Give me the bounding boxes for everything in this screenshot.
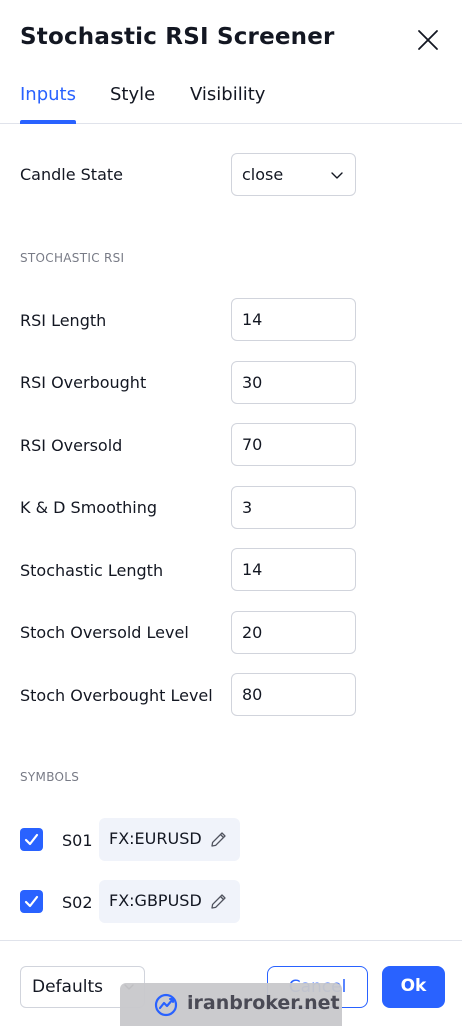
rsi-length-input[interactable] (231, 298, 356, 341)
stoch-overbought-label: Stoch Overbought Level (20, 686, 213, 705)
symbol-s01-checkbox[interactable] (20, 828, 43, 851)
symbol-s02-id: S02 (62, 893, 93, 912)
symbol-s02-checkbox[interactable] (20, 890, 43, 913)
chevron-down-icon (331, 172, 343, 179)
candle-state-value: close (242, 165, 284, 184)
dialog-header: Stochastic RSI Screener Inputs Style Vis… (0, 0, 462, 124)
rsi-oversold-input[interactable] (231, 423, 356, 466)
pencil-icon (211, 894, 226, 909)
checkmark-icon (24, 895, 39, 908)
tab-inputs[interactable]: Inputs (20, 84, 76, 105)
candle-state-select[interactable]: close (231, 153, 356, 196)
section-stochastic-rsi: STOCHASTIC RSI (20, 251, 125, 265)
watermark: iranbroker.net (120, 983, 342, 1026)
active-tab-indicator (20, 120, 76, 124)
stoch-oversold-input[interactable] (231, 611, 356, 654)
symbol-s02-value: FX:GBPUSD (109, 891, 202, 910)
symbol-s01-id: S01 (62, 831, 93, 850)
tab-visibility[interactable]: Visibility (190, 84, 265, 105)
broker-logo-icon (154, 993, 178, 1017)
close-icon (418, 30, 438, 50)
checkmark-icon (24, 833, 39, 846)
pencil-icon (211, 832, 226, 847)
rsi-length-label: RSI Length (20, 311, 107, 330)
symbol-s01-value: FX:EURUSD (109, 829, 202, 848)
watermark-text: iranbroker.net (187, 992, 340, 1014)
rsi-oversold-label: RSI Oversold (20, 436, 123, 455)
stochastic-length-input[interactable] (231, 548, 356, 591)
section-symbols: SYMBOLS (20, 770, 80, 784)
dialog-title: Stochastic RSI Screener (20, 24, 335, 50)
tab-style[interactable]: Style (110, 84, 155, 105)
inputs-panel[interactable]: Candle State close STOCHASTIC RSI RSI Le… (0, 125, 462, 940)
symbol-s01-picker[interactable]: FX:EURUSD (99, 818, 240, 861)
stoch-oversold-label: Stoch Oversold Level (20, 623, 189, 642)
symbol-s02-picker[interactable]: FX:GBPUSD (99, 880, 240, 923)
stoch-overbought-input[interactable] (231, 673, 356, 716)
rsi-overbought-label: RSI Overbought (20, 373, 147, 392)
rsi-overbought-input[interactable] (231, 361, 356, 404)
close-button[interactable] (414, 26, 442, 54)
kd-smoothing-label: K & D Smoothing (20, 498, 158, 517)
candle-state-label: Candle State (20, 165, 123, 184)
kd-smoothing-input[interactable] (231, 486, 356, 529)
ok-button[interactable]: Ok (382, 966, 445, 1008)
stochastic-length-label: Stochastic Length (20, 561, 164, 580)
defaults-label: Defaults (32, 977, 103, 997)
